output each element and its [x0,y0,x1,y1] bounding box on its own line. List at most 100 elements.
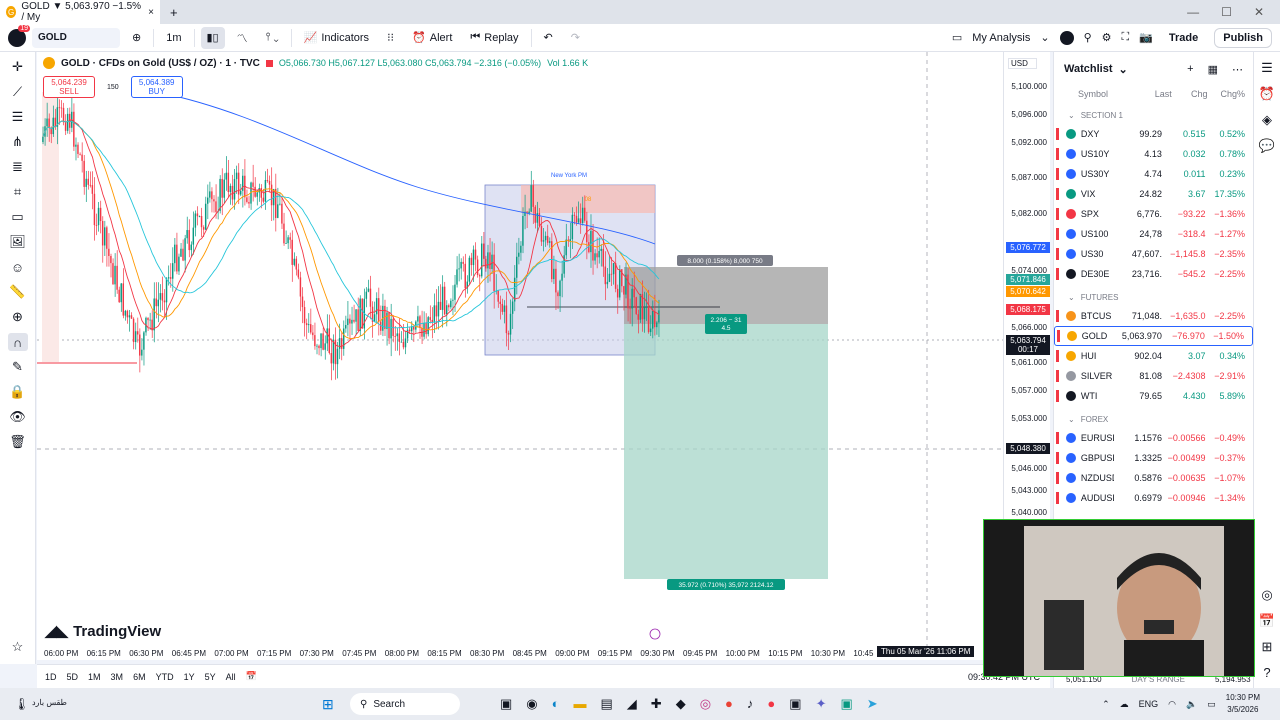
watchlist-icon[interactable]: ☰ [1261,60,1273,76]
sell-button[interactable]: 5,064.239 SELL [43,76,95,98]
taskbar-clock[interactable]: 10:30 PM 3/5/2026 [1226,692,1260,716]
rectangle-icon[interactable]: ▭ [8,208,28,226]
range-5d[interactable]: 5D [67,672,79,682]
app-icon[interactable]: ✦ [816,696,827,712]
user-badge-icon[interactable] [1059,30,1074,45]
camera-icon[interactable]: 📷 [1139,31,1153,44]
trash-icon[interactable]: 🗑 [8,433,28,451]
tiktok-icon[interactable]: ♪ [747,696,754,712]
layers-icon[interactable]: ◈ [1262,112,1272,128]
add-symbol-icon[interactable]: ⊕ [126,27,147,49]
watchlist-row[interactable]: DXY 99.29 0.515 0.52% [1054,124,1253,144]
crosshair-icon[interactable]: ✛ [8,58,28,76]
wifi-icon[interactable]: ◠ [1168,699,1176,710]
close-window-icon[interactable]: ✕ [1254,5,1264,19]
range-1m[interactable]: 1M [88,672,101,682]
time-axis[interactable]: 06:00 PM 06:15 PM 06:30 PM 06:45 PM 07:00 PM… [37,646,1003,660]
calendar-icon[interactable]: 📅 [1259,613,1275,629]
horizontal-lines-icon[interactable]: ☰ [8,108,28,126]
layout-icon[interactable]: ▭ [952,31,962,44]
chat-icon[interactable]: 💬 [1259,138,1275,154]
help-icon[interactable]: ? [1263,665,1270,680]
range-1y[interactable]: 1Y [184,672,195,682]
watchlist-row[interactable]: US30Y 4.74 0.011 0.23% [1054,164,1253,184]
grid-icon[interactable]: ⊞ [1262,639,1273,655]
indicators-button[interactable]: 📈 Indicators [298,27,375,49]
layout-icon[interactable]: ▦ [1208,63,1218,76]
chart-type-icon[interactable]: ⫯ ⌄ [260,27,285,49]
copilot-icon[interactable]: ◉ [526,696,537,712]
new-tab-icon[interactable]: + [160,5,188,20]
range-6m[interactable]: 6M [133,672,146,682]
app-icon[interactable]: ◆ [676,696,686,712]
chevron-down-icon[interactable]: ⌄ [1119,63,1128,76]
publish-button[interactable]: Publish [1214,27,1272,48]
watchlist-row[interactable]: HUI 902.04 3.07 0.34% [1054,346,1253,366]
watchlist-row[interactable]: NZDUSD 0.5876 −0.00635 −1.07% [1054,468,1253,488]
emoji-icon[interactable]: ☺ [8,258,28,276]
app-icon[interactable]: ✚ [651,696,662,712]
app-icon[interactable]: ▣ [789,696,801,712]
tradingview-app-icon[interactable]: ◢ [627,696,637,712]
buy-button[interactable]: 5,064.389 BUY [130,76,183,98]
cloud-icon[interactable]: ☁ [1120,699,1129,710]
minimize-icon[interactable]: — [1187,5,1199,19]
chart-pane[interactable]: New York PM 08 8.000 (0.158%) 8,000 750 2.2… [37,52,1050,660]
watchlist-row[interactable]: GOLD 5,063.970 −76.970 −1.50% [1054,326,1253,346]
range-3m[interactable]: 3M [111,672,124,682]
windows-start-icon[interactable]: ⊞ [322,696,334,713]
more-icon[interactable]: ⋯ [1232,63,1243,76]
telegram-icon[interactable]: ➤ [867,696,878,712]
tab-close-icon[interactable]: × [148,7,154,18]
folder-icon[interactable]: ▬ [574,696,587,712]
calendar-icon[interactable]: 📅 [246,671,257,682]
alert-button[interactable]: ⏰ Alert [406,27,458,49]
watchlist-row[interactable]: DE30E 23,716. −545.2 −2.25% [1054,264,1253,284]
pencil-lock-icon[interactable]: ✎ [8,358,28,376]
search-icon[interactable]: ⚲ [1084,31,1092,44]
magnet-icon[interactable]: ∩ [7,333,28,351]
watchlist-row[interactable]: VIX 24.82 3.67 17.35% [1054,184,1253,204]
chevron-down-icon[interactable]: ⌄ [1040,31,1049,44]
symbol-search[interactable]: GOLD [32,27,120,48]
maximize-icon[interactable]: ☐ [1221,5,1232,19]
chrome-icon[interactable]: ● [725,696,733,712]
browser-tab[interactable]: G GOLD ▼ 5,063.970 −1.5% / My × [0,0,160,24]
watchlist-row[interactable]: WTI 79.65 4.430 5.89% [1054,386,1253,406]
candles-icon[interactable]: ▮▯ [200,26,225,49]
volume-icon[interactable]: 🔈 [1186,699,1197,710]
currency-select[interactable]: USD [1008,58,1037,69]
templates-icon[interactable]: ⁝⁝ [381,27,400,49]
watchlist-section[interactable]: ⌄ FUTURES [1054,288,1253,306]
app-icon[interactable]: ▣ [840,696,852,712]
battery-icon[interactable]: ▭ [1207,699,1216,710]
target-icon[interactable]: ◎ [1261,587,1272,603]
watchlist-row[interactable]: SPX 6,776. −93.22 −1.36% [1054,204,1253,224]
replay-button[interactable]: ⏮ Replay [464,27,524,49]
watchlist-row[interactable]: EURUSD 1.1576 −0.00566 −0.49% [1054,428,1253,448]
line-chart-icon[interactable]: 〽 [231,27,254,49]
weather-label[interactable]: طقس بارد [32,698,67,707]
trade-button[interactable]: Trade [1163,32,1204,44]
alerts-icon[interactable]: ⏰ [1259,86,1275,102]
watchlist-row[interactable]: AUDUSD 0.6979 −0.00946 −1.34% [1054,488,1253,508]
trend-line-icon[interactable]: ⟋ [8,83,28,101]
range-ytd[interactable]: YTD [156,672,174,682]
avatar[interactable]: 19 [8,24,30,47]
app-icon[interactable]: ● [767,696,775,712]
image-icon[interactable]: 🖼 [8,233,28,251]
eye-icon[interactable]: 👁 [8,408,28,426]
watchlist-section[interactable]: ⌄ SECTION 1 [1054,106,1253,124]
pitchfork-icon[interactable]: ⋔ [8,133,28,151]
redo-icon[interactable]: ↷ [565,27,586,49]
watchlist-section[interactable]: ⌄ FOREX [1054,410,1253,428]
interval-button[interactable]: 1m [160,27,187,49]
add-icon[interactable]: + [1187,63,1193,76]
my-analysis-button[interactable]: My Analysis [972,32,1030,44]
store-icon[interactable]: ▤ [601,696,613,712]
chevron-up-icon[interactable]: ⌃ [1102,699,1110,710]
fullscreen-icon[interactable]: ⛶ [1122,31,1130,44]
watchlist-row[interactable]: US10Y 4.13 0.032 0.78% [1054,144,1253,164]
taskview-icon[interactable]: ▣ [500,696,512,712]
watchlist-row[interactable]: US30 47,607. −1,145.8 −2.35% [1054,244,1253,264]
